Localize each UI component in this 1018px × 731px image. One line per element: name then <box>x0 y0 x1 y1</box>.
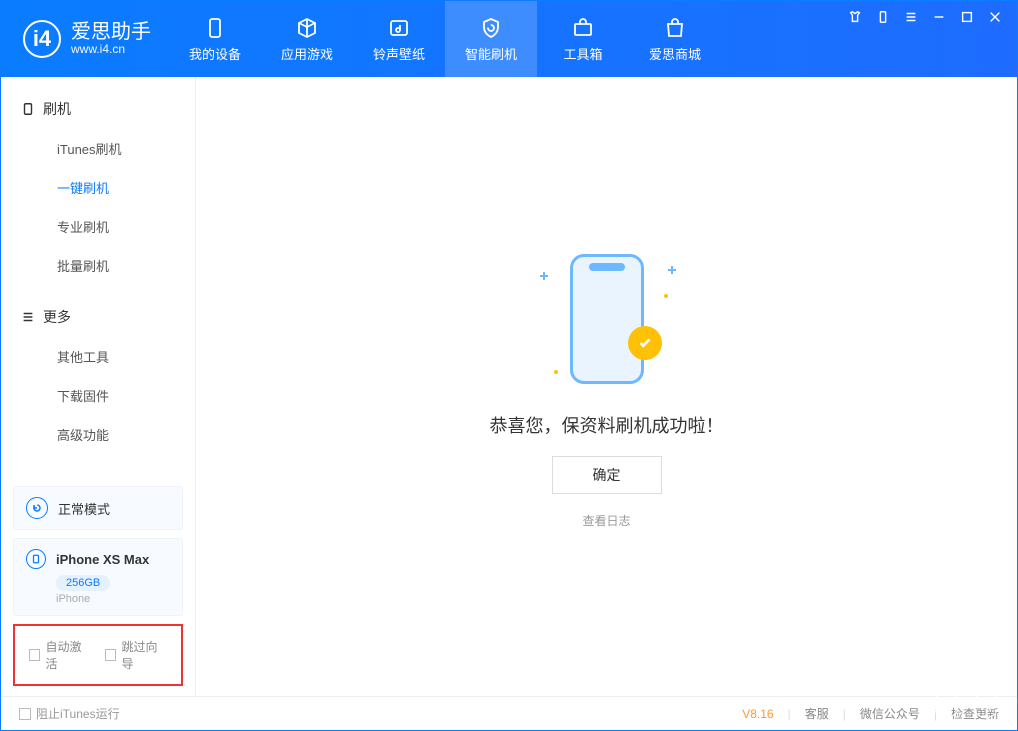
section-label: 更多 <box>43 307 71 327</box>
user-icon[interactable] <box>973 692 999 718</box>
close-icon[interactable] <box>987 9 1003 25</box>
device-name: iPhone XS Max <box>56 552 149 567</box>
device-card[interactable]: iPhone XS Max 256GB iPhone <box>13 538 183 616</box>
checkbox-label: 阻止iTunes运行 <box>36 705 120 722</box>
checkbox-auto-activate[interactable]: 自动激活 <box>29 638 91 672</box>
version-label: V8.16 <box>742 707 773 721</box>
checkbox-label: 自动激活 <box>45 638 91 672</box>
app-title: 爱思助手 <box>71 21 151 43</box>
tab-my-device[interactable]: 我的设备 <box>169 1 261 77</box>
window-controls <box>847 1 1017 77</box>
sidebar-item-onekey-flash[interactable]: 一键刷机 <box>1 168 195 207</box>
checkbox-label: 跳过向导 <box>121 638 167 672</box>
device-storage: 256GB <box>56 575 110 591</box>
tab-label: 应用游戏 <box>281 44 333 63</box>
view-log-link[interactable]: 查看日志 <box>582 512 630 529</box>
header: i4 爱思助手 www.i4.cn 我的设备 应用游戏 铃声壁纸 智能刷机 <box>1 1 1017 77</box>
footer: 阻止iTunes运行 V8.16 | 客服 | 微信公众号 | 检查更新 <box>1 696 1017 730</box>
tab-label: 智能刷机 <box>465 44 517 63</box>
tab-apps[interactable]: 应用游戏 <box>261 1 353 77</box>
toolbox-icon <box>571 16 595 40</box>
tab-store[interactable]: 爱思商城 <box>629 1 721 77</box>
body: 刷机 iTunes刷机 一键刷机 专业刷机 批量刷机 更多 其他工具 下载固件 … <box>1 77 1017 696</box>
section-label: 刷机 <box>43 99 71 119</box>
sidebar-item-download-firmware[interactable]: 下载固件 <box>1 376 195 415</box>
sidebar-item-pro-flash[interactable]: 专业刷机 <box>1 207 195 246</box>
mode-card[interactable]: 正常模式 <box>13 486 183 530</box>
app-window: i4 爱思助手 www.i4.cn 我的设备 应用游戏 铃声壁纸 智能刷机 <box>0 0 1018 731</box>
list-icon <box>21 310 35 324</box>
mode-label: 正常模式 <box>58 499 110 518</box>
sidebar-item-batch-flash[interactable]: 批量刷机 <box>1 246 195 285</box>
tab-ringtone[interactable]: 铃声壁纸 <box>353 1 445 77</box>
flash-options-highlight: 自动激活 跳过向导 <box>13 624 183 686</box>
cube-icon <box>295 16 319 40</box>
header-right-icons <box>933 692 999 718</box>
shirt-icon[interactable] <box>847 9 863 25</box>
ok-button[interactable]: 确定 <box>552 456 662 494</box>
phone-sync-icon[interactable] <box>875 9 891 25</box>
minimize-icon[interactable] <box>931 9 947 25</box>
sidebar-section-flash: 刷机 <box>1 95 195 129</box>
app-url: www.i4.cn <box>71 43 151 56</box>
main-content: 恭喜您，保资料刷机成功啦！ 确定 查看日志 <box>196 77 1017 696</box>
device-phone-icon <box>26 549 46 569</box>
tab-label: 工具箱 <box>563 44 602 63</box>
sidebar-item-other-tools[interactable]: 其他工具 <box>1 337 195 376</box>
menu-icon[interactable] <box>903 9 919 25</box>
logo-icon: i4 <box>23 20 61 58</box>
bag-icon <box>663 16 687 40</box>
logo-area: i4 爱思助手 www.i4.cn <box>1 1 169 77</box>
phone-icon <box>21 102 35 116</box>
device-type: iPhone <box>56 593 170 605</box>
sidebar-section-more: 更多 <box>1 303 195 337</box>
music-folder-icon <box>387 16 411 40</box>
sidebar-item-advanced[interactable]: 高级功能 <box>1 415 195 454</box>
checkbox-block-itunes[interactable]: 阻止iTunes运行 <box>19 705 120 722</box>
sidebar-item-itunes-flash[interactable]: iTunes刷机 <box>1 129 195 168</box>
check-badge-icon <box>628 326 662 360</box>
sidebar: 刷机 iTunes刷机 一键刷机 专业刷机 批量刷机 更多 其他工具 下载固件 … <box>1 77 196 696</box>
maximize-icon[interactable] <box>959 9 975 25</box>
checkbox-skip-guide[interactable]: 跳过向导 <box>105 638 167 672</box>
tab-toolbox[interactable]: 工具箱 <box>537 1 629 77</box>
wechat-link[interactable]: 微信公众号 <box>860 705 920 722</box>
tab-flash[interactable]: 智能刷机 <box>445 1 537 77</box>
success-illustration <box>532 244 682 394</box>
tab-label: 爱思商城 <box>649 44 701 63</box>
device-icon <box>203 16 227 40</box>
tab-label: 我的设备 <box>189 44 241 63</box>
support-link[interactable]: 客服 <box>805 705 829 722</box>
success-message: 恭喜您，保资料刷机成功啦！ <box>490 412 724 438</box>
download-icon[interactable] <box>933 692 959 718</box>
refresh-icon <box>26 497 48 519</box>
main-tabs: 我的设备 应用游戏 铃声壁纸 智能刷机 工具箱 爱思商城 <box>169 1 721 77</box>
shield-refresh-icon <box>479 16 503 40</box>
tab-label: 铃声壁纸 <box>373 44 425 63</box>
